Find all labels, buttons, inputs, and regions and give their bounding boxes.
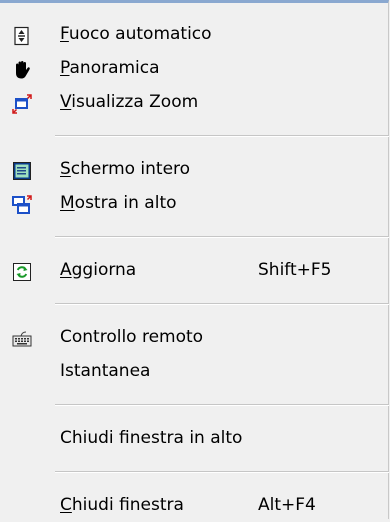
show-on-top-icon [12, 193, 32, 214]
separator [0, 455, 389, 488]
menu-item-label: Istantanea [60, 361, 151, 381]
menu-item-label: Panoramica [60, 58, 160, 78]
menu-item-istantanea[interactable]: Istantanea [0, 354, 389, 388]
menu-item-panoramica[interactable]: Panoramica [0, 51, 389, 85]
fullscreen-icon [12, 159, 32, 180]
keyboard-icon [12, 327, 32, 347]
menu-item-mostra-in-alto[interactable]: Mostra in alto [0, 186, 389, 220]
menu-item-chiudi-finestra-in-alto[interactable]: Chiudi finestra in alto [0, 421, 389, 455]
menu-item-aggiorna[interactable]: Aggiorna Shift+F5 [0, 253, 389, 287]
separator [0, 388, 389, 421]
zoom-view-icon [12, 92, 32, 114]
menu-list: Fuoco automatico Panoramica Visualizza Z… [0, 17, 389, 522]
menu-item-label: Aggiorna [60, 260, 137, 280]
menu-item-label: Chiudi finestra [60, 495, 184, 515]
focus-updown-icon [12, 24, 32, 46]
separator [0, 287, 389, 320]
shortcut-label: Shift+F5 [258, 260, 332, 280]
hand-pan-icon [12, 58, 32, 79]
menu-item-chiudi-finestra[interactable]: Chiudi finestra Alt+F4 [0, 488, 389, 522]
menu-item-label: Mostra in alto [60, 193, 177, 213]
menu-item-fuoco-automatico[interactable]: Fuoco automatico [0, 17, 389, 51]
menu-item-controllo-remoto[interactable]: Controllo remoto [0, 320, 389, 354]
refresh-icon [12, 260, 32, 281]
menu-item-label: Schermo intero [60, 159, 191, 179]
menu-item-schermo-intero[interactable]: Schermo intero [0, 152, 389, 186]
separator [0, 220, 389, 253]
menu-item-label: Visualizza Zoom [60, 92, 199, 112]
menu-item-label: Controllo remoto [60, 327, 204, 347]
menu-item-label: Chiudi finestra in alto [60, 428, 243, 448]
context-menu: Fuoco automatico Panoramica Visualizza Z… [0, 0, 389, 519]
menu-item-label: Fuoco automatico [60, 24, 212, 44]
shortcut-label: Alt+F4 [258, 495, 316, 515]
separator [0, 119, 389, 152]
menu-item-visualizza-zoom[interactable]: Visualizza Zoom [0, 85, 389, 119]
